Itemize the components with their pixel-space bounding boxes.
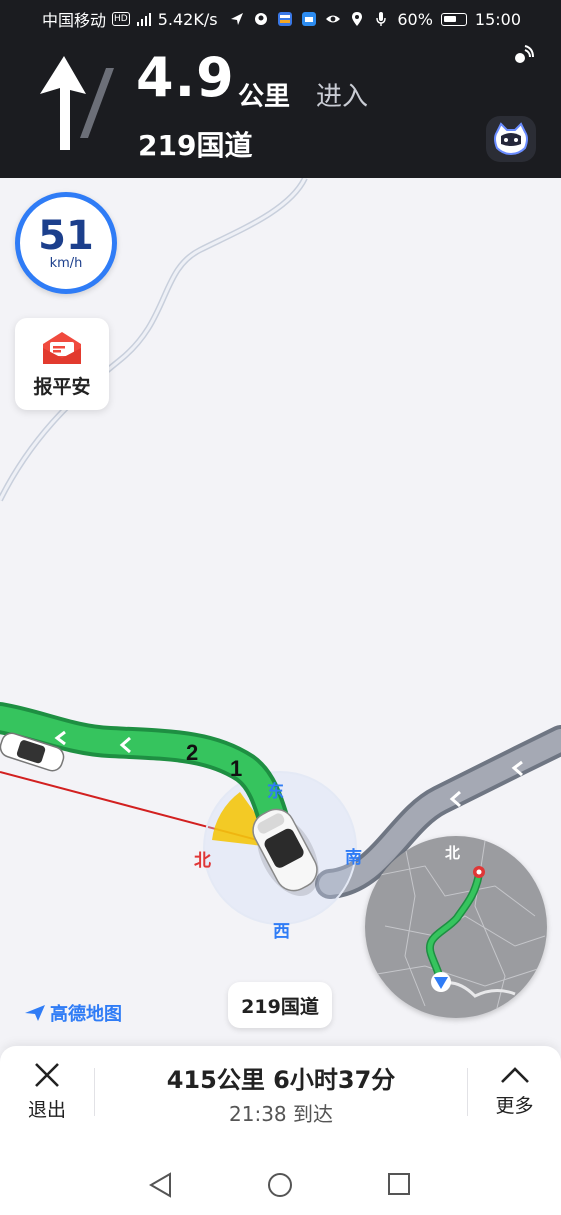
microphone-icon: [376, 12, 387, 26]
distance-unit: 公里: [238, 82, 291, 112]
screen: 中国移动 HD 5.42K/s 60% 15:00 4.9 公里 进入 219国…: [0, 0, 561, 1215]
location-arrow-icon: [231, 13, 244, 25]
more-label: 更多: [495, 1094, 534, 1117]
trip-info-bar: 退出 415公里 6小时37分 21:38 到达 更多: [0, 1046, 561, 1136]
status-bar: 中国移动 HD 5.42K/s 60% 15:00: [0, 0, 561, 38]
speed-unit: km/h: [49, 255, 83, 271]
next-road-name: 219国道: [138, 129, 253, 162]
back-icon[interactable]: [148, 1172, 172, 1198]
more-button[interactable]: 更多: [468, 1046, 561, 1136]
minimap-canvas: [365, 840, 547, 1017]
compass-west: 西: [273, 922, 290, 942]
minimap-north: 北: [445, 844, 461, 862]
battery-icon: [440, 12, 467, 26]
distance-value: 4.9: [136, 46, 235, 109]
lane-number: 2: [186, 740, 198, 765]
report-safe-label: 报平安: [33, 375, 91, 398]
news-app-icon: [278, 12, 293, 26]
signal-icon: [136, 13, 151, 26]
voice-assistant-button[interactable]: [486, 116, 536, 162]
chevron-up-icon: [500, 1066, 529, 1083]
app-notification-icon: [255, 13, 268, 25]
overview-minimap[interactable]: [365, 836, 547, 1018]
clock: 15:00: [474, 9, 521, 29]
message-app-icon: [302, 12, 317, 26]
exit-navigation-button[interactable]: 退出: [0, 1046, 94, 1136]
eye-icon: [326, 15, 341, 23]
speed-indicator: 51 km/h: [15, 192, 117, 294]
report-safe-button[interactable]: 报平安: [15, 318, 109, 410]
location-pin-icon: [352, 12, 363, 26]
recents-icon[interactable]: [387, 1172, 411, 1196]
voice-assistant-avatar-icon: [494, 122, 528, 156]
compass-east: 东: [267, 782, 284, 802]
system-navigation-bar: [0, 1136, 561, 1215]
arrival-time: 21:38 到达: [229, 1102, 333, 1126]
compass-north: 北: [194, 851, 211, 871]
trip-summary: 415公里 6小时37分: [166, 1066, 396, 1094]
gps-signal-icon: [515, 45, 534, 63]
carrier-label: 中国移动: [42, 11, 107, 30]
home-icon[interactable]: [267, 1172, 293, 1198]
compass-south: 南: [345, 848, 362, 868]
brand-name: 高德地图: [50, 1004, 122, 1025]
envelope-icon: [43, 331, 81, 364]
hd-icon: HD: [112, 12, 130, 26]
maneuver-action: 进入: [316, 82, 369, 112]
net-speed: 5.42K/s: [157, 9, 218, 29]
battery-percent: 60%: [397, 9, 433, 29]
straight-arrow-icon: [40, 56, 114, 150]
amap-logo: 高德地图: [24, 1000, 122, 1026]
speed-value: 51: [38, 212, 94, 259]
exit-label: 退出: [27, 1098, 66, 1121]
close-icon: [35, 1062, 59, 1087]
navigation-header: 4.9 公里 进入 219国道: [0, 38, 561, 178]
current-road-chip: 219国道: [228, 982, 332, 1028]
amap-logo-icon: [25, 1005, 45, 1021]
lane-number: 1: [230, 756, 242, 781]
